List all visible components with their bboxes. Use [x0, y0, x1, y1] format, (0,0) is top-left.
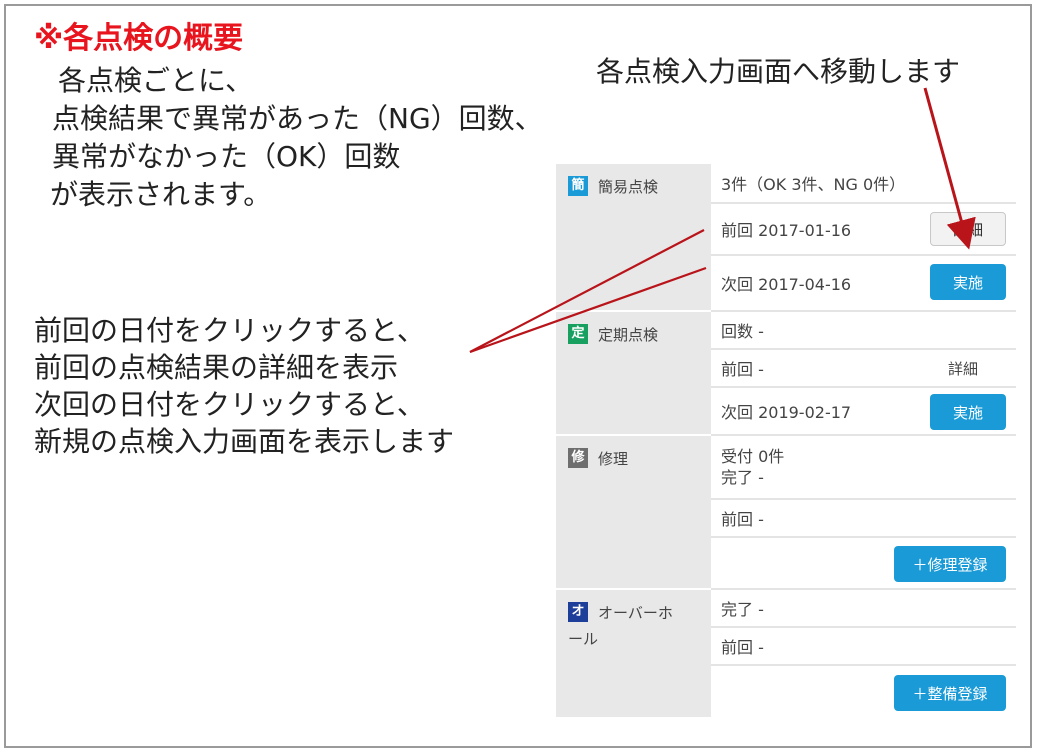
line-to-next-date [469, 266, 707, 354]
line-to-prev-date [469, 229, 705, 353]
annotation-arrows [469, 87, 976, 354]
arrow-to-button [923, 87, 976, 250]
